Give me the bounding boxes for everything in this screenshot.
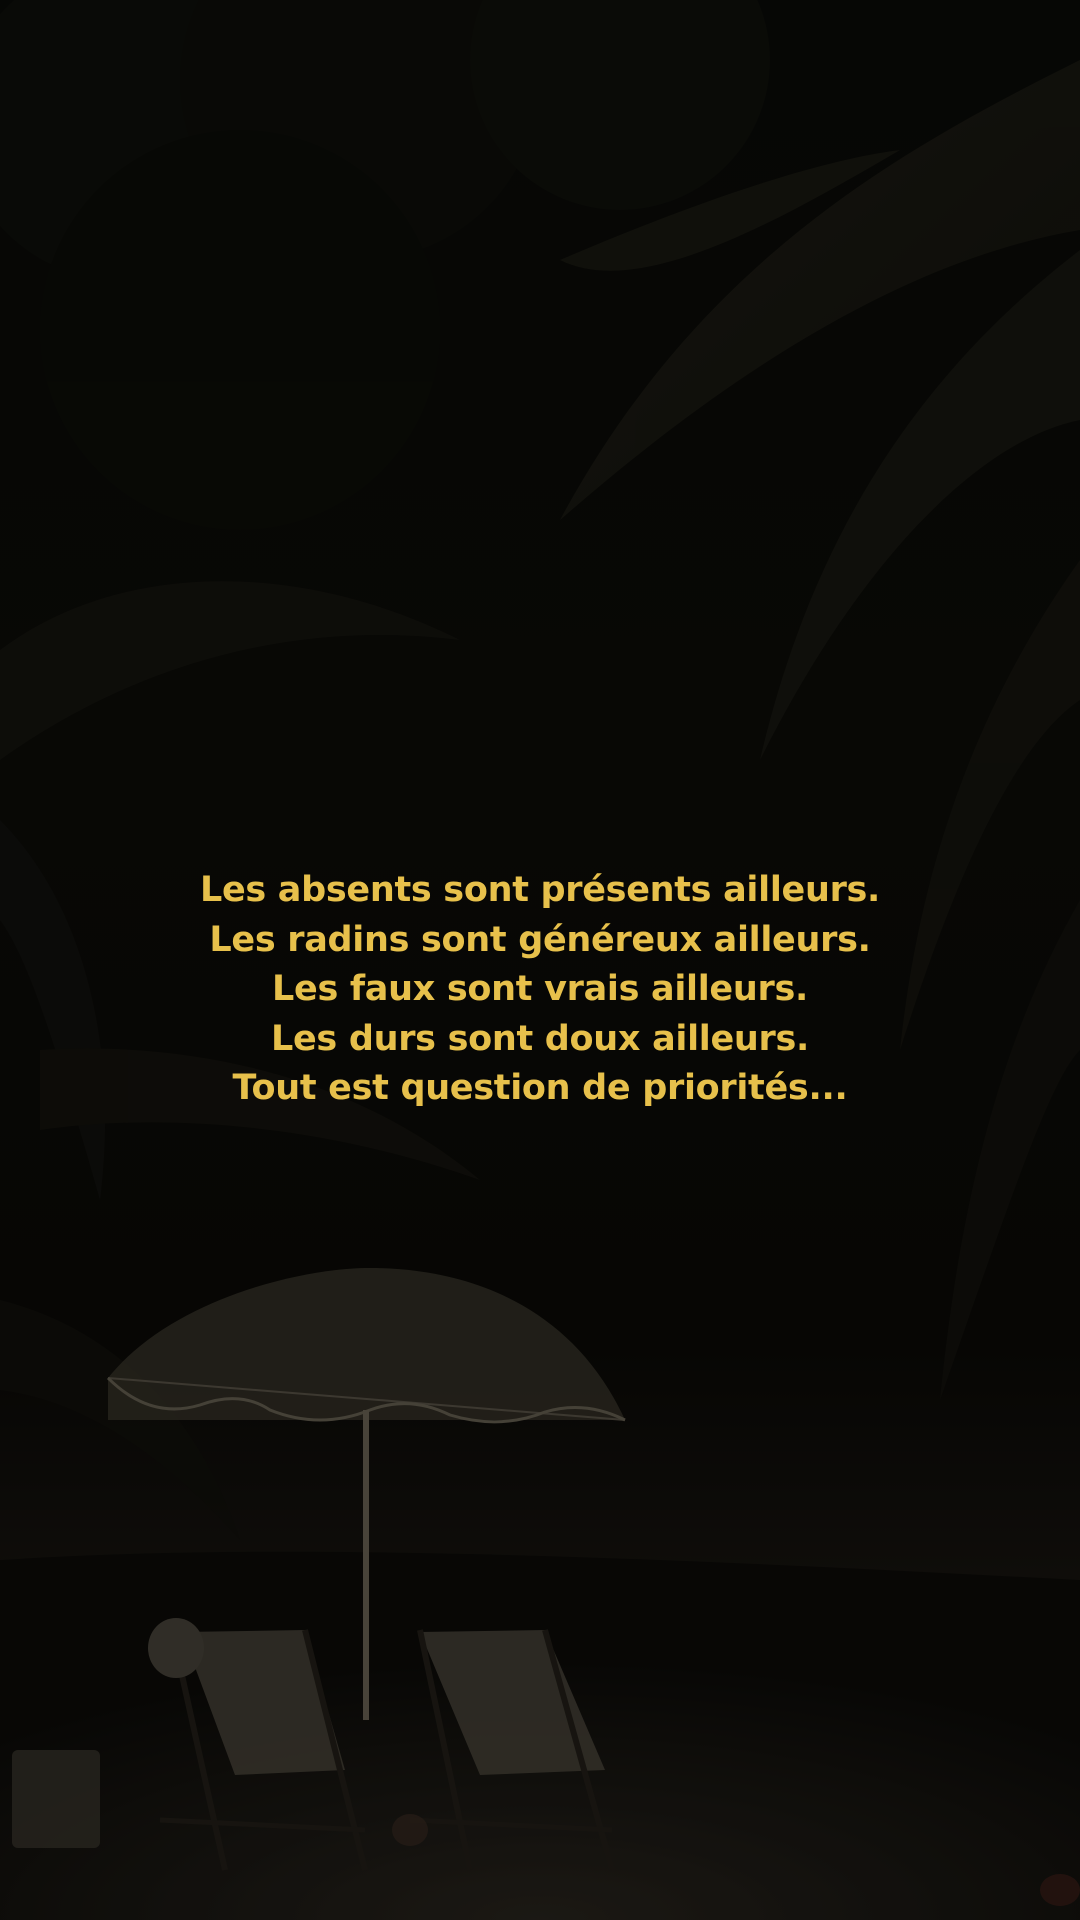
- quote-line-3: Les faux sont vrais ailleurs.: [272, 969, 808, 1009]
- background-scene: Les absents sont présents ailleurs. Les …: [0, 0, 1080, 1920]
- quote-text: Les absents sont présents ailleurs. Les …: [0, 866, 1080, 1114]
- quote-line-5: Tout est question de priorités...: [232, 1068, 848, 1108]
- quote-line-2: Les radins sont généreux ailleurs.: [209, 919, 871, 960]
- quote-line-1: Les absents sont présents ailleurs.: [199, 870, 881, 910]
- quote-line-4: Les durs sont doux ailleurs.: [270, 1018, 810, 1059]
